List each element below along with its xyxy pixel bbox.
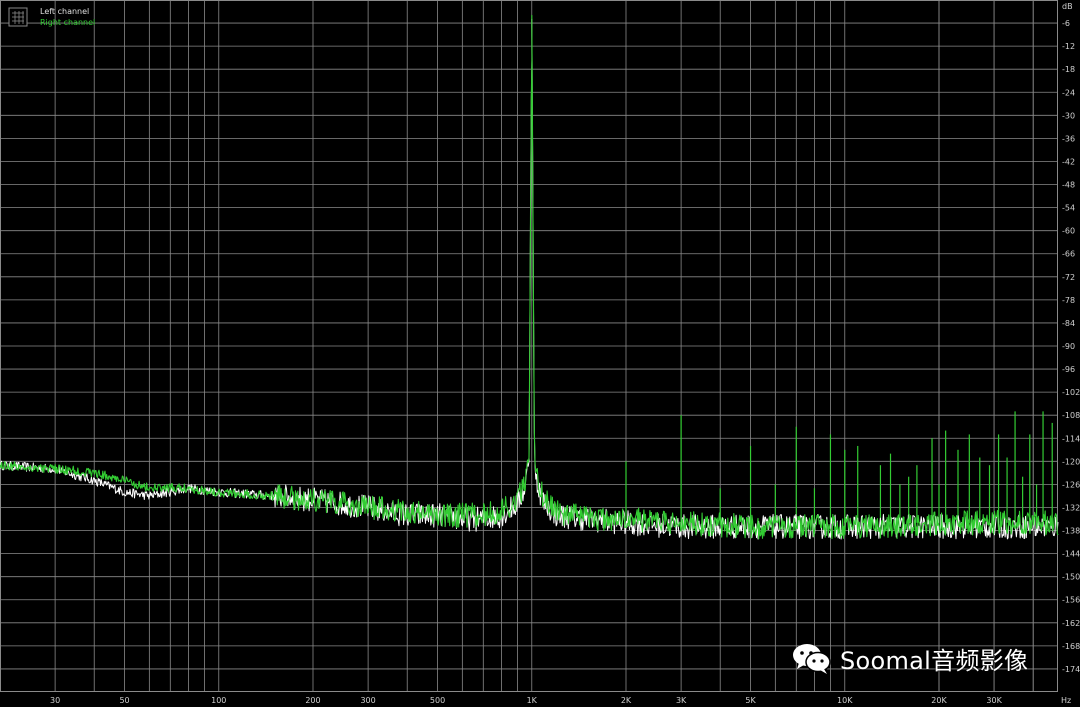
legend-left-channel: Left channel	[40, 7, 89, 16]
y-tick-label: -150	[1062, 573, 1080, 582]
x-tick-label: 30	[50, 696, 60, 705]
x-tick-label: 2K	[621, 696, 632, 705]
y-tick-label: -144	[1062, 550, 1080, 559]
x-tick-label: 20K	[931, 696, 947, 705]
watermark: Soomal音频影像	[790, 640, 1028, 676]
x-tick-label: 50	[119, 696, 129, 705]
y-tick-label: -96	[1062, 365, 1075, 374]
fft-spectrum-chart: -6 -12 -18 -24 -30 -36 -42 -48 -54 -60 -66 -72 -78 -8…	[0, 0, 1080, 707]
y-tick-label: -30	[1062, 111, 1075, 120]
y-tick-label: -168	[1062, 642, 1080, 651]
y-tick-label: -36	[1062, 134, 1075, 143]
x-tick-label: 500	[430, 696, 445, 705]
y-tick-label: -126	[1062, 480, 1080, 489]
y-tick-label: -6	[1062, 19, 1070, 28]
y-tick-label: -162	[1062, 619, 1080, 628]
y-tick-label: -114	[1062, 434, 1080, 443]
y-tick-label: -12	[1062, 42, 1075, 51]
y-tick-label: -84	[1062, 319, 1075, 328]
y-tick-label: -48	[1062, 181, 1075, 190]
y-tick-label: -120	[1062, 457, 1080, 466]
x-tick-label: 3K	[676, 696, 687, 705]
y-tick-label: -102	[1062, 388, 1080, 397]
y-axis-unit-label: dB	[1062, 2, 1073, 11]
y-tick-label: -42	[1062, 157, 1075, 166]
y-tick-label: -138	[1062, 527, 1080, 536]
x-tick-label: 1K	[527, 696, 538, 705]
y-tick-label: -24	[1062, 88, 1075, 97]
x-tick-label: 5K	[745, 696, 756, 705]
y-tick-label: -60	[1062, 227, 1075, 236]
x-axis-unit-label: Hz	[1061, 696, 1071, 705]
watermark-text: Soomal音频影像	[840, 646, 1029, 675]
y-tick-label: -108	[1062, 411, 1080, 420]
y-tick-label: -18	[1062, 65, 1075, 74]
y-tick-label: -54	[1062, 204, 1075, 213]
y-tick-label: -156	[1062, 596, 1080, 605]
y-tick-label: -174	[1062, 665, 1080, 674]
y-tick-label: -78	[1062, 296, 1075, 305]
x-tick-label: 300	[360, 696, 375, 705]
x-tick-label: 200	[305, 696, 320, 705]
x-tick-label: 100	[211, 696, 226, 705]
y-tick-label: -132	[1062, 503, 1080, 512]
x-tick-label: 30K	[986, 696, 1002, 705]
x-tick-label: 10K	[837, 696, 853, 705]
y-tick-label: -72	[1062, 273, 1075, 282]
legend-right-channel: Right channel	[40, 18, 95, 27]
y-tick-label: -90	[1062, 342, 1075, 351]
wechat-icon	[793, 644, 831, 674]
y-tick-label: -66	[1062, 250, 1075, 259]
